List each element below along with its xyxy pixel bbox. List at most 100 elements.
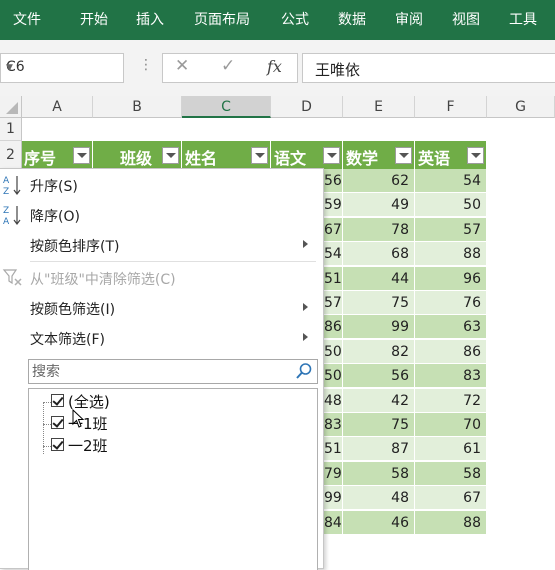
formula-bar: C6 ▼ ⋮ ✕ ✓ fx 王唯依	[0, 40, 555, 96]
column-header-b[interactable]: B	[93, 96, 182, 118]
header-cell-shuxue[interactable]: 数学	[343, 141, 415, 169]
cell-yingyu[interactable]: 54	[415, 169, 487, 193]
cell-yingyu[interactable]: 50	[415, 193, 487, 218]
cell-shuxue[interactable]: 99	[343, 315, 415, 340]
tab-data[interactable]: 数据	[338, 0, 366, 40]
filter-dropdown-button[interactable]	[162, 147, 179, 164]
tab-view[interactable]: 视图	[452, 0, 480, 40]
filter-dropdown-button[interactable]	[323, 147, 340, 164]
chevron-right-icon	[303, 240, 308, 248]
insert-function-icon[interactable]: fx	[267, 57, 282, 76]
column-header-d[interactable]: D	[271, 96, 343, 118]
cell-yingyu[interactable]: 61	[415, 437, 487, 462]
tab-tools[interactable]: 工具	[509, 0, 537, 40]
column-header-g[interactable]: G	[487, 96, 555, 118]
cell-shuxue[interactable]: 58	[343, 461, 415, 486]
cell-yingyu[interactable]: 57	[415, 217, 487, 242]
column-header-a[interactable]: A	[22, 96, 93, 118]
check-icon[interactable]: ✓	[221, 56, 235, 76]
cell-shuxue[interactable]: 68	[343, 242, 415, 267]
header-cell-yuwen[interactable]: 语文	[271, 141, 343, 169]
menu-item-sort-ascending[interactable]: A Z 升序(S)	[0, 171, 322, 199]
cell-yuwen[interactable]: 48	[324, 388, 343, 413]
checkbox-checked[interactable]	[51, 416, 64, 429]
header-label: 序号	[24, 149, 57, 168]
cell-yingyu[interactable]: 86	[415, 339, 487, 364]
cell-shuxue[interactable]: 62	[343, 169, 415, 193]
cell-shuxue[interactable]: 87	[343, 437, 415, 462]
svg-text:A: A	[3, 176, 10, 186]
checkbox-checked[interactable]	[51, 438, 64, 451]
column-header-f[interactable]: F	[415, 96, 487, 118]
cell-yuwen[interactable]: 86	[324, 315, 343, 340]
search-icon[interactable]	[295, 362, 313, 380]
cell-yingyu[interactable]: 58	[415, 461, 487, 486]
formula-input[interactable]: 王唯依	[302, 53, 555, 83]
cell-yuwen[interactable]: 51	[324, 437, 343, 462]
tab-formulas[interactable]: 公式	[281, 0, 309, 40]
header-cell-banji[interactable]: 班级	[93, 141, 182, 169]
name-box[interactable]: C6 ▼	[0, 53, 124, 83]
cell-yingyu[interactable]: 88	[415, 242, 487, 267]
cell-yingyu[interactable]: 72	[415, 388, 487, 413]
tab-file[interactable]: 文件	[13, 0, 41, 40]
chevron-down-icon[interactable]: ▼	[6, 63, 117, 73]
tab-home[interactable]: 开始	[80, 0, 108, 40]
more-options-icon[interactable]: ⋮	[139, 57, 153, 73]
cell-yuwen[interactable]: 50	[324, 364, 343, 389]
cell-yuwen[interactable]: 83	[324, 413, 343, 437]
checkbox-checked[interactable]	[51, 394, 64, 407]
filter-dropdown-button[interactable]	[73, 147, 90, 164]
cell-yingyu[interactable]: 70	[415, 413, 487, 437]
menu-item-sort-by-color[interactable]: 按颜色排序(T)	[0, 231, 322, 259]
row-header-1[interactable]: 1	[0, 118, 22, 141]
cell-yuwen[interactable]: 79	[324, 461, 343, 486]
close-icon[interactable]: ✕	[175, 56, 189, 76]
header-cell-yingyu[interactable]: 英语	[415, 141, 487, 169]
filter-dropdown-button[interactable]	[395, 147, 412, 164]
cell-yuwen[interactable]: 56	[324, 169, 343, 193]
tab-review[interactable]: 审阅	[395, 0, 423, 40]
tab-page-layout[interactable]: 页面布局	[194, 0, 250, 40]
search-input[interactable]	[29, 360, 289, 383]
cell-yingyu[interactable]: 83	[415, 364, 487, 389]
cell-shuxue[interactable]: 75	[343, 291, 415, 315]
cell-yuwen[interactable]: 99	[324, 486, 343, 511]
cell-shuxue[interactable]: 48	[343, 486, 415, 511]
filter-dropdown-button[interactable]	[467, 147, 484, 164]
filter-search-box[interactable]	[28, 359, 318, 384]
cell-yuwen[interactable]: 50	[324, 339, 343, 364]
cell-yuwen[interactable]: 57	[324, 291, 343, 315]
cell-shuxue[interactable]: 49	[343, 193, 415, 218]
menu-item-clear-filter[interactable]: 从"班级"中清除筛选(C)	[0, 264, 322, 292]
cell-shuxue[interactable]: 56	[343, 364, 415, 389]
cell-yuwen[interactable]: 67	[324, 217, 343, 242]
cell-yuwen[interactable]: 54	[324, 242, 343, 267]
cell-yingyu[interactable]: 96	[415, 266, 487, 291]
row-header-2[interactable]: 2	[0, 141, 22, 169]
cell-yingyu[interactable]: 76	[415, 291, 487, 315]
cell-shuxue[interactable]: 42	[343, 388, 415, 413]
cell-yingyu[interactable]: 63	[415, 315, 487, 340]
menu-item-filter-by-color[interactable]: 按颜色筛选(I)	[0, 294, 322, 322]
cell-shuxue[interactable]: 44	[343, 266, 415, 291]
cell-shuxue[interactable]: 46	[343, 510, 415, 535]
cell-yuwen[interactable]: 84	[324, 510, 343, 535]
cell-shuxue[interactable]: 82	[343, 339, 415, 364]
cell-yingyu[interactable]: 88	[415, 510, 487, 535]
cell-yuwen[interactable]: 51	[324, 266, 343, 291]
tab-insert[interactable]: 插入	[136, 0, 164, 40]
column-header-e[interactable]: E	[343, 96, 415, 118]
cell-shuxue[interactable]: 78	[343, 217, 415, 242]
column-header-c[interactable]: C	[182, 96, 271, 118]
menu-item-sort-descending[interactable]: Z A 降序(O)	[0, 201, 322, 229]
header-cell-xingming[interactable]: 姓名	[182, 141, 271, 169]
menu-item-text-filter[interactable]: 文本筛选(F)	[0, 324, 322, 352]
select-all-corner[interactable]	[0, 96, 22, 118]
cell-shuxue[interactable]: 75	[343, 413, 415, 437]
cell-yuwen[interactable]: 59	[324, 193, 343, 218]
filter-dropdown-button[interactable]	[251, 147, 268, 164]
header-cell-xuhao[interactable]: 序号	[22, 141, 93, 169]
cell-yingyu[interactable]: 67	[415, 486, 487, 511]
tree-connector	[43, 446, 51, 447]
